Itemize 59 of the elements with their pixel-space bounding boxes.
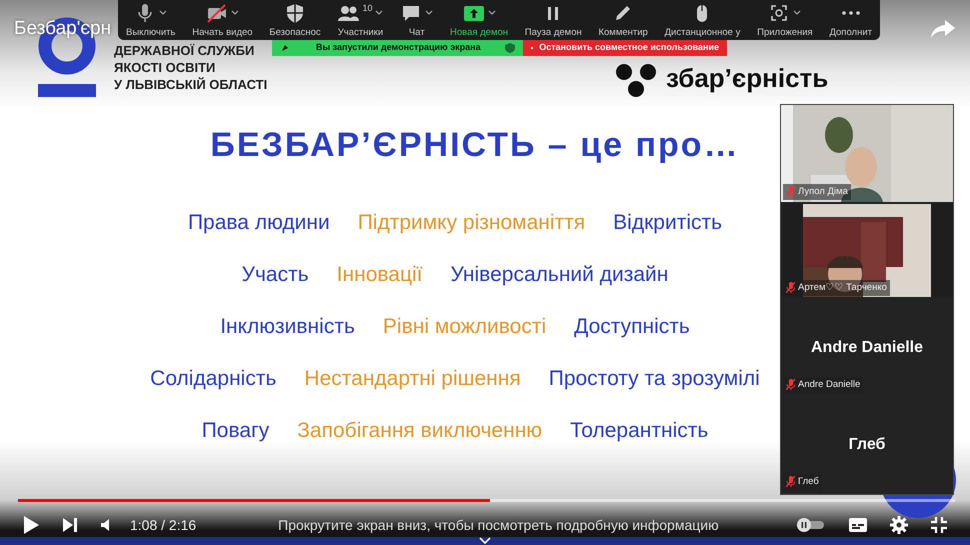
next-icon [62, 517, 78, 533]
value-word: Солідарність [150, 366, 276, 391]
value-word: Інклюзивність [220, 314, 355, 339]
org-name-line: ДЕРЖАВНОЇ СЛУЖБИ [114, 42, 256, 59]
toolbar-button[interactable]: Чат [398, 2, 436, 40]
participant-label: Лупол Діма [783, 184, 851, 200]
play-button[interactable] [22, 515, 40, 535]
toggle-icon [796, 517, 826, 533]
stop-share-button[interactable]: Остановить совместное использование [523, 40, 727, 56]
value-word: Запобігання виключенню [297, 418, 542, 443]
slide-heading: БЕЗБАР’ЄРНІСТЬ – це про… [209, 125, 741, 166]
next-button[interactable] [62, 517, 78, 533]
value-word: Участь [242, 262, 309, 287]
value-word: Права людини [188, 210, 330, 235]
value-word: Повагу [202, 418, 270, 443]
value-word: Нестандартні рішення [304, 366, 521, 391]
value-word: Простоту та зрозумілі [548, 366, 760, 391]
exit-fullscreen-icon [930, 516, 948, 534]
value-word: Рівні можливості [382, 314, 546, 339]
more-icon [842, 11, 860, 16]
toolbar-button[interactable]: Дополнит [827, 2, 874, 40]
value-word: Підтримку різноманіття [358, 210, 586, 235]
progress-track[interactable] [18, 499, 955, 502]
value-word: Доступність [574, 314, 690, 339]
participant-display-name: Глеб [848, 435, 886, 455]
toolbar-button[interactable]: Приложения [755, 2, 815, 40]
settings-button[interactable] [890, 516, 908, 534]
subtitles-button[interactable] [848, 517, 868, 533]
scroll-hint: Прокрутите экран вниз, чтобы посмотреть подробную информацию [278, 516, 719, 535]
value-word: Інновації [336, 262, 423, 287]
toolbar-button[interactable]: Дистанционное у [662, 2, 742, 40]
banner-text: Вы запустили демонстрацию экрана [316, 41, 481, 54]
participant-count: 10 [362, 2, 372, 15]
value-word: Відкритість [613, 210, 722, 235]
toolbar-button[interactable]: Безопаснос [267, 2, 323, 40]
play-icon [22, 515, 40, 535]
chevron-down-icon[interactable] [479, 537, 491, 545]
toolbar-button[interactable]: 10 Участники [335, 2, 386, 40]
value-word: Універсальний дизайн [450, 262, 668, 287]
org-name-line: ЯКОСТІ ОСВІТИ [114, 59, 216, 76]
camera-off-icon [206, 2, 228, 24]
toolbar-button[interactable]: Комментир [596, 2, 650, 40]
exit-fullscreen-button[interactable] [930, 516, 948, 534]
value-word: Толерантність [570, 418, 708, 443]
toolbar-button[interactable]: Начать видео [190, 2, 255, 40]
autoplay-toggle[interactable] [796, 517, 826, 533]
participant-display-name: Andre Danielle [810, 338, 924, 358]
toolbar-button[interactable]: Новая демон [448, 2, 510, 40]
org-name-line: У ЛЬВІВСЬКІЙ ОБЛАСТІ [114, 76, 268, 93]
toolbar-button[interactable]: Пауза демон [522, 2, 584, 40]
settings-icon [890, 516, 908, 534]
brand-name: збар’єрність [666, 64, 828, 92]
toolbar-button[interactable]: Выключить [124, 2, 178, 40]
stop-icon [531, 44, 534, 52]
shield-icon [505, 43, 515, 53]
time-display: 1:08 / 2:16 [130, 516, 196, 534]
subtitles-icon [848, 517, 868, 533]
participant-label: Артем♡♡ Тарченко [783, 280, 890, 296]
pin-icon [280, 43, 290, 53]
